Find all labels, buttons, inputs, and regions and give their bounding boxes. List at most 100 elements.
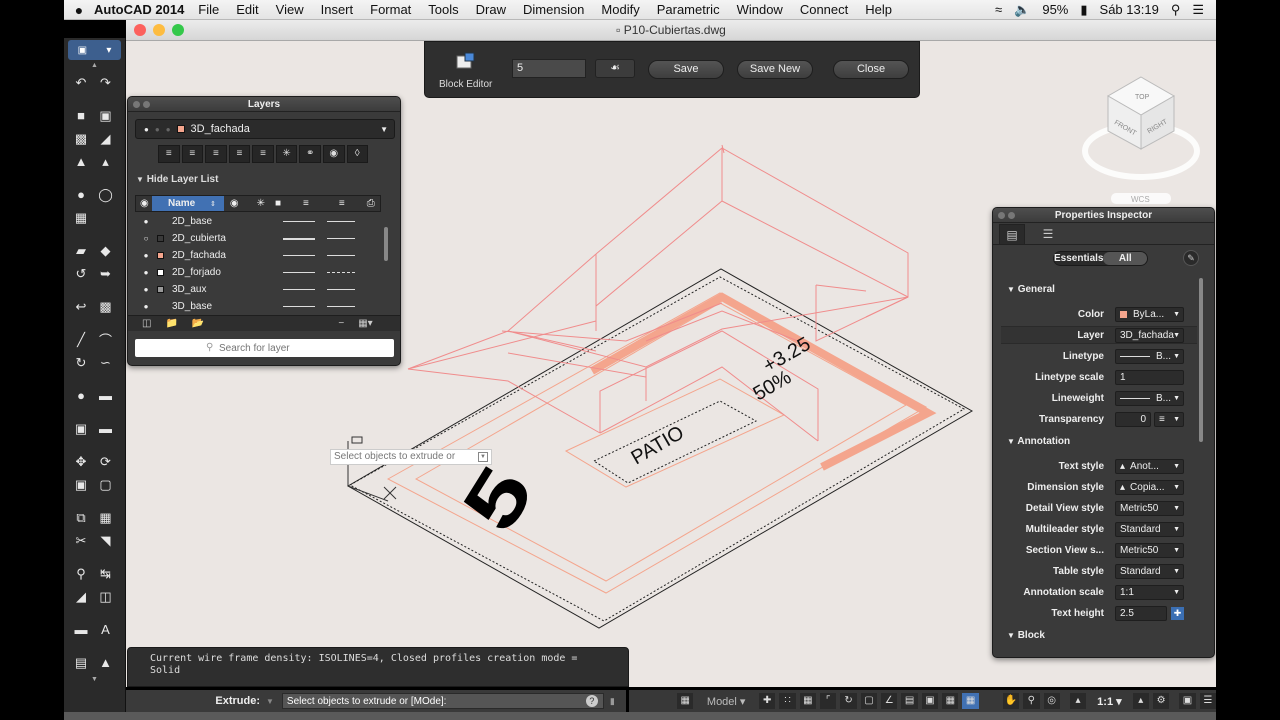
save-new-button[interactable]: Save New xyxy=(737,60,813,79)
block-section-header[interactable]: ▼ Block xyxy=(1007,630,1045,641)
layer-row-swatch[interactable] xyxy=(157,218,164,225)
wedge-icon[interactable]: ◢ xyxy=(95,129,117,148)
menu-tools[interactable]: Tools xyxy=(428,2,458,17)
mirror-icon[interactable]: ◫ xyxy=(95,587,117,606)
layer-lock-tool-icon[interactable]: ◉ xyxy=(322,145,345,163)
circle-icon[interactable]: ● xyxy=(70,386,92,405)
battery-icon[interactable]: ▮ xyxy=(1080,2,1087,18)
eraser-icon[interactable]: ▬ xyxy=(95,419,117,438)
pick-point-icon[interactable]: ✚ xyxy=(1171,606,1184,620)
viewcube-top-label[interactable]: TOP xyxy=(1135,94,1150,101)
delete-layer-icon[interactable]: − xyxy=(338,318,344,329)
layer-freeze-tool-icon[interactable]: ✳ xyxy=(275,145,298,163)
current-layer-dropdown[interactable]: ● ● ● 3D_fachada ▼ xyxy=(135,119,395,139)
panel-close-icon[interactable] xyxy=(998,212,1005,219)
undo-icon[interactable]: ↶ xyxy=(70,73,92,92)
columns-menu-icon[interactable]: ▦▾ xyxy=(358,318,372,329)
layer-unisolate-icon[interactable]: ≡ xyxy=(228,145,251,163)
prop-linetype-scale-input[interactable]: 1 xyxy=(1115,369,1184,385)
visibility-column-icon[interactable]: ◉ xyxy=(140,198,149,209)
prop-table-style-dropdown[interactable]: Standard ▼ xyxy=(1115,563,1184,579)
properties-tab-icon[interactable]: ▤ xyxy=(999,223,1025,244)
new-filter-icon[interactable]: 📂 xyxy=(192,318,204,329)
zoom-icon[interactable]: ⚲ xyxy=(1023,693,1040,709)
revolve-icon[interactable]: ↺ xyxy=(70,264,92,283)
layer-visible-icon[interactable]: ● xyxy=(135,285,157,294)
annotation-section-header[interactable]: ▼ Annotation xyxy=(1007,436,1070,447)
layer-unlock-tool-icon[interactable]: ◊ xyxy=(346,145,369,163)
menu-dimension[interactable]: Dimension xyxy=(523,2,584,17)
menu-window[interactable]: Window xyxy=(737,2,783,17)
menu-edit[interactable]: Edit xyxy=(236,2,258,17)
layer-row[interactable]: ● 2D_base xyxy=(135,213,381,230)
workspace-settings-icon[interactable]: ⚙ xyxy=(1152,693,1170,709)
pan-icon[interactable]: ✋ xyxy=(1002,693,1020,709)
lineweight-column-icon[interactable]: ≡ xyxy=(339,198,345,209)
menu-connect[interactable]: Connect xyxy=(800,2,848,17)
general-section-header[interactable]: ▼ General xyxy=(1007,284,1055,295)
chevron-up-icon[interactable]: ▲ xyxy=(64,62,125,69)
sort-icon[interactable]: ⇕ xyxy=(210,200,216,208)
layer-match-icon[interactable]: ≡ xyxy=(158,145,180,163)
layer-row-swatch[interactable] xyxy=(157,286,164,293)
chevron-down-icon[interactable]: ▾ xyxy=(106,45,111,56)
move-icon[interactable]: ✥ xyxy=(70,452,92,471)
tool-palette-header[interactable]: ▣ ▾ xyxy=(68,40,121,60)
layer-row-swatch[interactable] xyxy=(157,252,164,259)
polar-icon[interactable]: ⌜ xyxy=(820,693,837,709)
torus-icon[interactable]: ◯ xyxy=(95,185,117,204)
essentials-toggle[interactable]: Essentials xyxy=(1054,252,1103,265)
prop-layer-dropdown[interactable]: 3D_fachada ▼ xyxy=(1115,327,1184,343)
sweep-icon[interactable]: ➥ xyxy=(95,264,117,283)
block-attribute-button[interactable]: ☙ xyxy=(595,59,635,78)
pyramid-icon[interactable]: ▴ xyxy=(95,152,117,171)
block-name-field[interactable]: 5 xyxy=(512,59,586,78)
help-icon[interactable]: ? xyxy=(585,695,598,707)
layer-row[interactable]: ● 2D_fachada xyxy=(135,247,381,264)
fullscreen-icon[interactable]: ▣ xyxy=(1179,693,1196,709)
annotation-visibility-icon[interactable]: ▴ xyxy=(1069,693,1087,709)
panel-collapse-icon[interactable] xyxy=(1008,212,1015,219)
layers-panel-header[interactable]: Layers xyxy=(128,97,400,112)
arc-icon[interactable]: ⌒ xyxy=(95,330,117,349)
lock-column-icon[interactable]: ◉ xyxy=(230,198,239,209)
model-space-dropdown[interactable]: Model ▾ xyxy=(697,695,755,708)
layer-row[interactable]: ● 2D_forjado xyxy=(135,264,381,281)
panel-collapse-icon[interactable] xyxy=(143,101,150,108)
plot-column-icon[interactable]: ⎙ xyxy=(367,198,375,209)
array-icon[interactable]: ▦ xyxy=(95,508,117,527)
command-input[interactable] xyxy=(281,693,604,709)
color-column-icon[interactable]: ■ xyxy=(275,198,281,209)
menu-file[interactable]: File xyxy=(198,2,219,17)
new-group-icon[interactable]: 📁 xyxy=(165,318,177,329)
copy-icon[interactable]: ⧉ xyxy=(70,508,92,527)
panel-close-icon[interactable] xyxy=(133,101,140,108)
prop-detail-view-style-dropdown[interactable]: Metric50 ▼ xyxy=(1115,500,1184,516)
layer-visible-icon[interactable]: ● xyxy=(135,217,157,226)
status-menu-icon[interactable]: ☰ xyxy=(1199,693,1217,709)
hide-layer-list-toggle[interactable]: ▼ Hide Layer List xyxy=(136,174,218,185)
annotation-scale-dropdown[interactable]: 1:1 ▾ xyxy=(1090,695,1128,708)
command-options-arrow-icon[interactable]: ▼ xyxy=(266,697,274,706)
prop-lineweight-dropdown[interactable]: B... ▼ xyxy=(1115,390,1184,406)
cylinder-icon[interactable]: ▩ xyxy=(70,129,92,148)
layer-isolate-icon[interactable]: ≡ xyxy=(205,145,227,163)
layers-tab-icon[interactable]: ☰ xyxy=(1035,224,1061,244)
block-icon[interactable]: ▲ xyxy=(95,653,117,672)
prop-annotation-scale-dropdown[interactable]: 1:1 ▼ xyxy=(1115,584,1184,600)
workspace-icon[interactable]: ▣ xyxy=(78,45,87,56)
measure-icon[interactable]: ▬ xyxy=(70,620,92,639)
viewcube[interactable]: TOP FRONT RIGHT WCS xyxy=(1082,76,1200,204)
box-icon[interactable]: ■ xyxy=(70,106,92,125)
prop-transparency-input[interactable]: 0 xyxy=(1115,411,1151,427)
redo-icon[interactable]: ↷ xyxy=(95,73,117,92)
fillet-icon[interactable]: ◥ xyxy=(95,531,117,550)
hatch-icon[interactable]: ▤ xyxy=(70,653,92,672)
mesh-icon[interactable]: ▦ xyxy=(70,208,92,227)
grid-toggle-icon[interactable]: ▦ xyxy=(677,693,694,709)
spotlight-search-icon[interactable]: ⚲ xyxy=(1171,2,1181,18)
extrude-icon[interactable]: ▰ xyxy=(70,241,92,260)
menu-view[interactable]: View xyxy=(276,2,304,17)
menu-modify[interactable]: Modify xyxy=(601,2,639,17)
text-icon[interactable]: A xyxy=(95,620,117,639)
